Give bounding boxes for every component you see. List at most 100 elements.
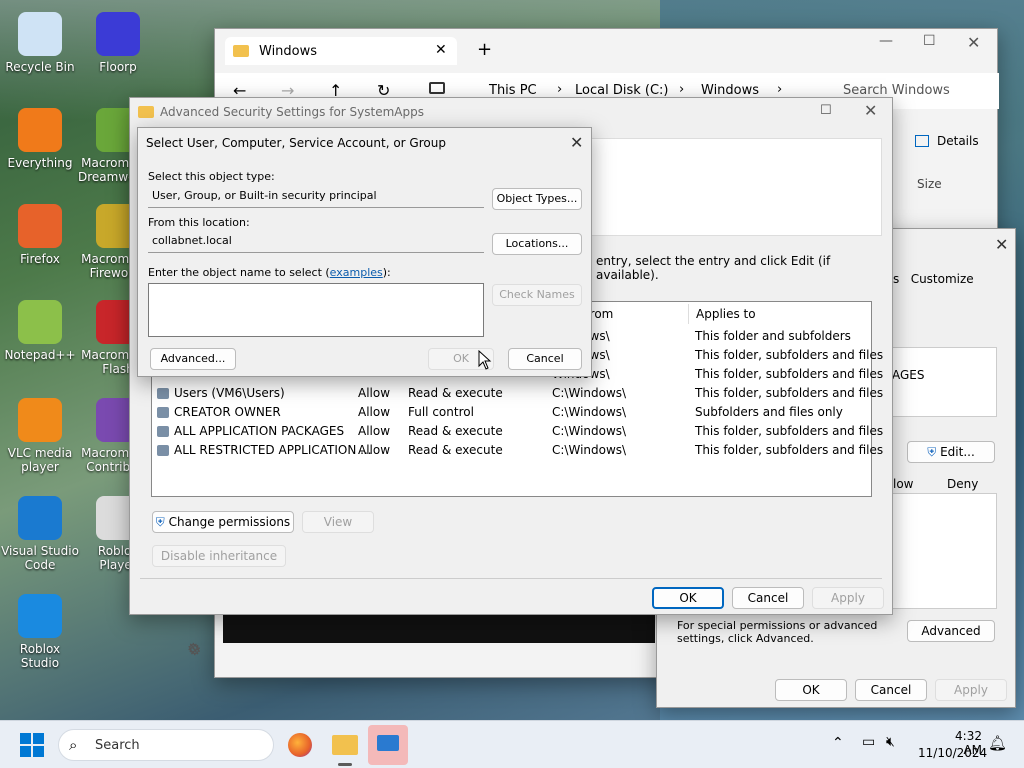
properties-close-icon[interactable]: ✕ bbox=[995, 237, 1008, 253]
details-button[interactable]: Details bbox=[937, 134, 979, 148]
breadcrumb-local-disk[interactable]: Local Disk (C:) bbox=[575, 83, 668, 98]
properties-apply-button: Apply bbox=[935, 679, 1007, 701]
user-group-icon bbox=[157, 388, 169, 399]
type-cell: Allow bbox=[358, 424, 391, 438]
advanced-security-ok-button[interactable]: OK bbox=[652, 587, 724, 609]
examples-link[interactable]: examples bbox=[330, 266, 383, 279]
applies-to-cell: This folder, subfolders and files bbox=[695, 348, 884, 362]
customize-tab[interactable]: s Customize bbox=[893, 272, 974, 286]
explorer-dark-panel bbox=[223, 615, 655, 643]
taskbar-search-box[interactable]: ⌕ Search bbox=[58, 729, 274, 761]
bottom-separator bbox=[140, 578, 882, 579]
active-app-indicator bbox=[338, 763, 352, 766]
size-column-header[interactable]: Size bbox=[917, 177, 942, 191]
advanced-security-close-icon[interactable]: ✕ bbox=[864, 103, 877, 119]
clock-date[interactable]: 11/10/2024 bbox=[918, 746, 987, 760]
edit-button[interactable]: ⛨ Edit... bbox=[907, 441, 995, 463]
desktop-icon[interactable]: Roblox Studio bbox=[0, 594, 80, 670]
principal-cell: ALL APPLICATION PACKAGES bbox=[174, 424, 345, 438]
user-group-icon bbox=[157, 407, 169, 418]
object-types-button[interactable]: Object Types... bbox=[492, 188, 582, 210]
chevron-up-icon[interactable]: ⌃ bbox=[832, 735, 844, 751]
desktop-icon-label: Notepad++ bbox=[4, 348, 76, 362]
network-icon[interactable]: ▭ bbox=[862, 734, 875, 750]
app-icon bbox=[18, 204, 62, 248]
details-icon bbox=[915, 135, 929, 147]
remote-desktop-taskbar-icon[interactable] bbox=[368, 725, 408, 765]
select-cancel-button[interactable]: Cancel bbox=[508, 348, 582, 370]
desktop-icon-label: Floorp bbox=[99, 60, 137, 74]
desktop-icon-label: VLC media player bbox=[7, 446, 73, 474]
table-row[interactable]: Users (VM6\Users) Allow Read & execute C:\W… bbox=[152, 384, 883, 403]
folder-icon bbox=[138, 106, 154, 118]
access-cell: Read & execute bbox=[408, 424, 503, 438]
check-names-button: Check Names bbox=[492, 284, 582, 306]
table-row[interactable]: ALL APPLICATION PACKAGES Allow Read & exec… bbox=[152, 422, 883, 441]
close-window-icon[interactable]: ✕ bbox=[967, 33, 980, 52]
desktop-icon-label: Everything bbox=[7, 156, 73, 170]
special-permissions-text: For special permissions or advanced sett… bbox=[677, 619, 878, 645]
start-button[interactable] bbox=[20, 733, 44, 757]
applies-to-cell: This folder and subfolders bbox=[695, 329, 851, 343]
column-divider bbox=[688, 304, 689, 324]
select-user-dialog: Select User, Computer, Service Account, … bbox=[137, 127, 592, 377]
shield-icon: ⛨ bbox=[927, 445, 937, 459]
desktop-icon[interactable]: Floorp bbox=[78, 12, 158, 74]
type-cell: Allow bbox=[358, 443, 391, 457]
properties-advanced-button[interactable]: Advanced bbox=[907, 620, 995, 642]
breadcrumb-windows[interactable]: Windows bbox=[701, 83, 759, 98]
mouse-cursor-icon bbox=[478, 350, 492, 370]
table-row[interactable]: CREATOR OWNER Allow Full control C:\Windows… bbox=[152, 403, 871, 422]
tab-title: Windows bbox=[259, 44, 318, 59]
change-permissions-button[interactable]: ⛨ Change permissions bbox=[152, 511, 294, 533]
app-icon bbox=[18, 300, 62, 344]
table-row[interactable]: ALL RESTRICTED APPLICATION ... Allow Read … bbox=[152, 441, 883, 460]
breadcrumb-this-pc[interactable]: This PC bbox=[489, 83, 537, 98]
column-applies-to[interactable]: Applies to bbox=[696, 307, 756, 321]
explorer-settings-gear-icon[interactable]: ⚙ bbox=[188, 641, 201, 659]
app-icon bbox=[18, 108, 62, 152]
search-icon: ⌕ bbox=[69, 736, 78, 754]
object-name-input[interactable] bbox=[148, 283, 484, 337]
principal-cell: Users (VM6\Users) bbox=[174, 386, 285, 400]
access-cell: Full control bbox=[408, 405, 474, 419]
desktop-icon[interactable]: Everything bbox=[0, 108, 80, 170]
properties-ok-button[interactable]: OK bbox=[775, 679, 847, 701]
properties-cancel-button[interactable]: Cancel bbox=[855, 679, 927, 701]
app-icon bbox=[18, 594, 62, 638]
firefox-taskbar-icon[interactable] bbox=[288, 733, 312, 757]
breadcrumb-sep-icon: › bbox=[557, 82, 563, 97]
taskbar-search-label: Search bbox=[95, 738, 140, 753]
maximize-icon[interactable]: ☐ bbox=[923, 33, 936, 49]
desktop-icon[interactable]: Recycle Bin bbox=[0, 12, 80, 74]
notification-bell-icon[interactable]: 🔔︎ bbox=[988, 734, 1007, 752]
close-tab-icon[interactable]: ✕ bbox=[435, 42, 447, 58]
user-group-icon bbox=[157, 426, 169, 437]
volume-muted-icon[interactable]: 🔇︎ bbox=[886, 734, 895, 750]
desktop-icon[interactable]: Visual Studio Code bbox=[0, 496, 80, 572]
object-type-label: Select this object type: bbox=[148, 170, 275, 183]
location-label: From this location: bbox=[148, 216, 250, 229]
desktop-icon[interactable]: Notepad++ bbox=[0, 300, 80, 362]
access-cell: Read & execute bbox=[408, 386, 503, 400]
desktop-icon-label: Roblox Studio bbox=[19, 642, 61, 670]
group-list-item[interactable]: AGES bbox=[892, 368, 925, 382]
desktop-icon-label: Firefox bbox=[20, 252, 60, 266]
minimize-icon[interactable]: — bbox=[879, 33, 893, 49]
advanced-security-cancel-button[interactable]: Cancel bbox=[732, 587, 804, 609]
file-explorer-taskbar-icon[interactable] bbox=[332, 735, 358, 755]
explorer-tab[interactable]: Windows ✕ bbox=[225, 37, 457, 65]
desktop-icon[interactable]: VLC media player bbox=[0, 398, 80, 474]
locations-button[interactable]: Locations... bbox=[492, 233, 582, 255]
desktop-icon[interactable]: Firefox bbox=[0, 204, 80, 266]
type-cell: Allow bbox=[358, 405, 391, 419]
maximize-icon[interactable]: ☐ bbox=[820, 103, 832, 118]
select-user-close-icon[interactable]: ✕ bbox=[570, 135, 583, 151]
search-windows-input[interactable]: Search Windows bbox=[843, 83, 950, 98]
new-tab-icon[interactable]: + bbox=[477, 39, 492, 60]
select-advanced-button[interactable]: Advanced... bbox=[150, 348, 236, 370]
applies-to-cell: This folder, subfolders and files bbox=[695, 367, 884, 381]
inherited-from-cell: C:\Windows\ bbox=[552, 386, 627, 400]
applies-to-cell: This folder, subfolders and files bbox=[695, 386, 884, 400]
principal-cell: CREATOR OWNER bbox=[174, 405, 281, 419]
